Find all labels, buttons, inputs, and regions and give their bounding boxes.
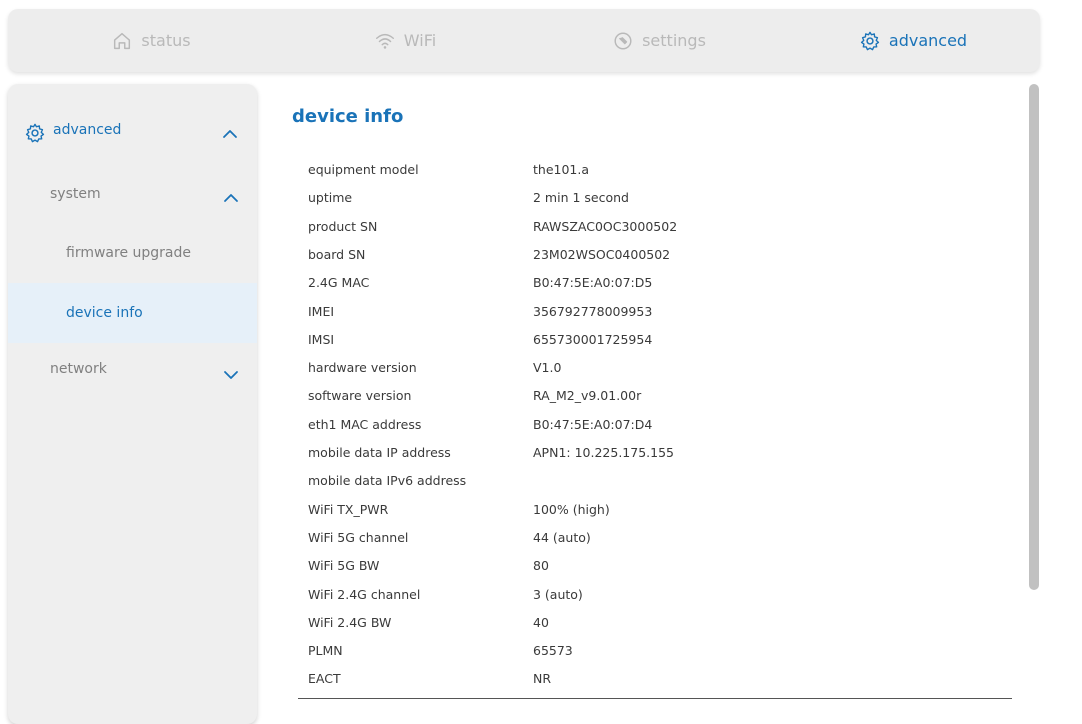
table-row: software version RA_M2_v9.01.00r bbox=[308, 382, 1008, 410]
tab-status-label: status bbox=[141, 31, 191, 50]
row-key: mobile data IPv6 address bbox=[308, 473, 467, 489]
tab-wifi-label: WiFi bbox=[403, 31, 437, 50]
row-value: 23M02WSOC0400502 bbox=[533, 246, 671, 262]
row-key: WiFi TX_PWR bbox=[308, 501, 389, 517]
row-value: V1.0 bbox=[533, 360, 562, 376]
top-nav: status WiFi settings advanced bbox=[8, 9, 1040, 72]
sidebar-item-advanced-label: advanced bbox=[53, 122, 122, 138]
row-value: B0:47:5E:A0:07:D4 bbox=[533, 416, 653, 432]
row-value: 80 bbox=[533, 558, 549, 574]
sidebar-item-system-label: system bbox=[50, 186, 101, 202]
table-row: WiFi 2.4G channel 3 (auto) bbox=[308, 581, 1008, 609]
sidebar-item-firmware-upgrade[interactable]: firmware upgrade bbox=[8, 229, 257, 279]
row-key: IMEI bbox=[308, 303, 335, 319]
sidebar-item-advanced[interactable]: advanced bbox=[8, 108, 257, 158]
row-key: WiFi 5G BW bbox=[308, 558, 380, 574]
table-row: product SN RAWSZAC0OC3000502 bbox=[308, 213, 1008, 241]
row-value: 65573 bbox=[533, 643, 573, 659]
gear-icon bbox=[25, 123, 45, 143]
row-value: RAWSZAC0OC3000502 bbox=[533, 218, 678, 234]
row-key: 2.4G MAC bbox=[308, 275, 370, 291]
tab-advanced[interactable]: advanced bbox=[784, 9, 1042, 72]
row-key: PLMN bbox=[308, 643, 343, 659]
page-title: device info bbox=[292, 106, 404, 127]
chevron-up-icon bbox=[224, 194, 238, 202]
row-key: mobile data IP address bbox=[308, 445, 451, 460]
row-value: 3 (auto) bbox=[533, 586, 583, 602]
row-value: RA_M2_v9.01.00r bbox=[533, 388, 642, 404]
table-row: hardware version V1.0 bbox=[308, 354, 1008, 382]
row-key: IMSI bbox=[308, 331, 335, 347]
row-value: 655730001725954 bbox=[533, 331, 653, 347]
sidebar-item-device-info-label: device info bbox=[66, 305, 143, 321]
table-row: WiFi 2.4G BW 40 bbox=[308, 609, 1008, 637]
chevron-up-icon bbox=[223, 130, 237, 138]
sidebar-item-system[interactable]: system bbox=[8, 176, 257, 212]
settings-icon bbox=[614, 31, 632, 50]
row-key: product SN bbox=[308, 218, 378, 234]
table-row: mobile data IPv6 address bbox=[308, 467, 1008, 495]
row-key: uptime bbox=[308, 190, 353, 206]
row-key: software version bbox=[308, 388, 412, 404]
tab-wifi[interactable]: WiFi bbox=[276, 9, 534, 72]
table-row: PLMN 65573 bbox=[308, 637, 1008, 665]
table-row: IMEI 356792778009953 bbox=[308, 298, 1008, 326]
chevron-down-icon bbox=[224, 371, 238, 379]
row-key: equipment model bbox=[308, 162, 419, 177]
tab-advanced-label: advanced bbox=[888, 31, 968, 50]
table-row: WiFi 5G BW 80 bbox=[308, 552, 1008, 580]
table-row: EACT NR bbox=[308, 665, 1008, 693]
row-value: 100% (high) bbox=[533, 501, 610, 517]
sidebar-item-network[interactable]: network bbox=[8, 351, 257, 387]
table-row: IMSI 655730001725954 bbox=[308, 326, 1008, 354]
row-value: 2 min 1 second bbox=[533, 190, 629, 206]
sidebar-item-device-info[interactable]: device info bbox=[8, 283, 257, 343]
row-value: NR bbox=[533, 671, 552, 687]
row-key: WiFi 2.4G BW bbox=[308, 614, 392, 630]
tab-status[interactable]: status bbox=[22, 9, 280, 72]
home-icon bbox=[114, 32, 131, 49]
row-key: WiFi 2.4G channel bbox=[308, 586, 421, 602]
table-row: 2.4G MAC B0:47:5E:A0:07:D5 bbox=[308, 269, 1008, 297]
gear-icon bbox=[860, 31, 880, 50]
row-value: the101.a bbox=[533, 162, 590, 177]
sidebar: advanced system firmware upgrade device … bbox=[8, 84, 257, 724]
row-value: 44 (auto) bbox=[533, 529, 591, 545]
table-row: mobile data IP address APN1: 10.225.175.… bbox=[308, 439, 1008, 467]
table-row: WiFi 5G channel 44 (auto) bbox=[308, 524, 1008, 552]
table-row: equipment model the101.a bbox=[308, 156, 1008, 184]
tab-settings-label: settings bbox=[642, 31, 706, 50]
table-row: eth1 MAC address B0:47:5E:A0:07:D4 bbox=[308, 411, 1008, 439]
row-key: eth1 MAC address bbox=[308, 416, 422, 432]
row-key: WiFi 5G channel bbox=[308, 529, 409, 545]
row-key: board SN bbox=[308, 246, 366, 262]
table-row: WiFi TX_PWR 100% (high) bbox=[308, 496, 1008, 524]
sidebar-item-network-label: network bbox=[50, 361, 107, 377]
wifi-icon bbox=[375, 33, 394, 49]
table-row: board SN 23M02WSOC0400502 bbox=[308, 241, 1008, 269]
table-row: uptime 2 min 1 second bbox=[308, 184, 1008, 212]
table-divider bbox=[298, 698, 1012, 699]
sidebar-item-firmware-label: firmware upgrade bbox=[66, 245, 191, 261]
scrollbar-thumb[interactable] bbox=[1029, 84, 1039, 590]
row-value: 40 bbox=[533, 614, 549, 630]
row-value: B0:47:5E:A0:07:D5 bbox=[533, 275, 653, 291]
row-key: EACT bbox=[308, 671, 341, 687]
row-value: APN1: 10.225.175.155 bbox=[533, 445, 674, 460]
row-key: hardware version bbox=[308, 360, 417, 376]
row-value: 356792778009953 bbox=[533, 303, 653, 319]
tab-settings[interactable]: settings bbox=[530, 9, 788, 72]
